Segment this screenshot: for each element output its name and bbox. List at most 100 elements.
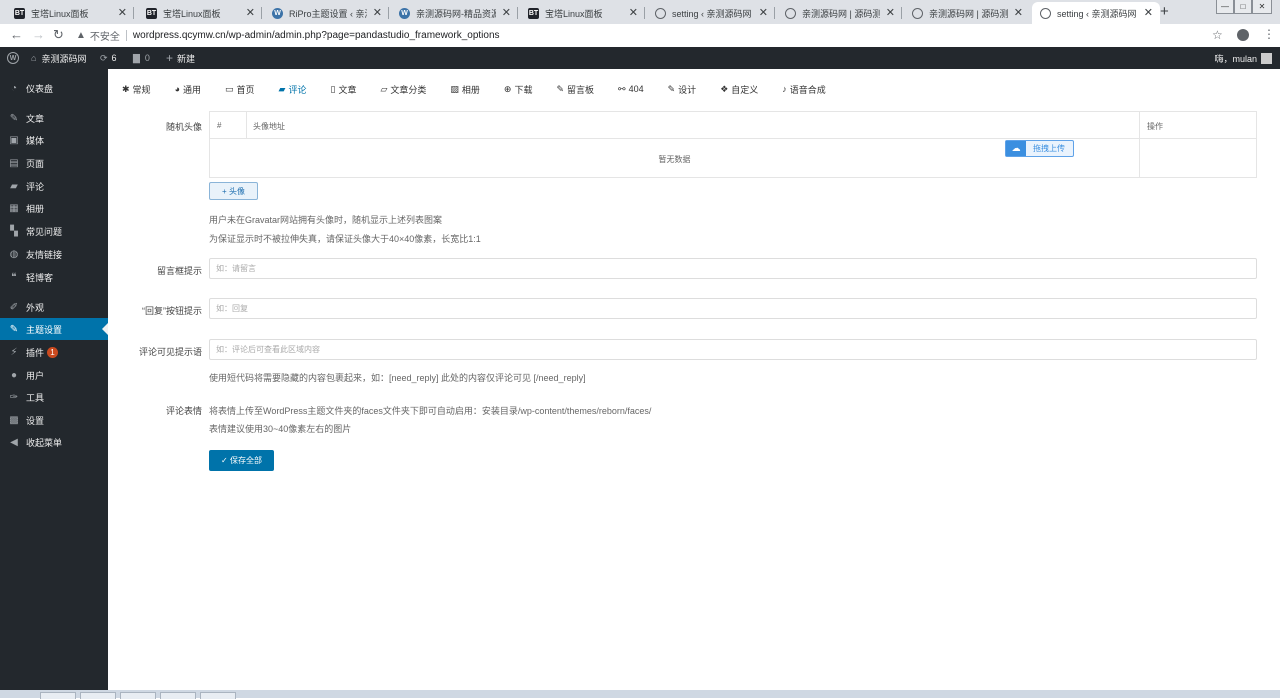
links-icon: ◍ [9, 248, 19, 260]
browser-tab[interactable]: W 亲测源码网-精品资源站 ✕ [391, 2, 518, 24]
browser-tab[interactable]: W RiPro主题设置 ‹ 亲测源 ✕ [264, 2, 389, 24]
drag-upload-button[interactable]: ☁ 拖拽上传 [1005, 140, 1074, 157]
wp-admin-bar: W ⌂ 亲测源码网 ⟳ 6 ▇ 0 + 新建 嗨，mulan [0, 47, 1280, 69]
media-icon: ▣ [9, 134, 19, 146]
tab-title: 宝塔Linux面板 [163, 8, 221, 19]
browser-tab[interactable]: BT 宝塔Linux面板 ✕ [138, 2, 262, 24]
menu-kebab-icon[interactable]: ⋮ [1263, 27, 1275, 41]
reload-icon[interactable]: ↻ [53, 27, 64, 43]
monitor-icon: ▭ [225, 83, 234, 94]
comment-placeholder-input[interactable]: 如：请留言 [209, 258, 1257, 279]
tab-label: 常规 [132, 84, 151, 95]
save-all-button[interactable]: ✓ 保存全部 [209, 450, 274, 471]
comment-visible-input[interactable]: 如：评论后可查看此区域内容 [209, 339, 1257, 360]
gear-icon: ✱ [122, 83, 130, 94]
empty-text: 暂无数据 [658, 155, 691, 164]
plus-icon: + [166, 51, 174, 65]
close-tab-icon[interactable]: ✕ [118, 6, 127, 19]
tab-broken-link[interactable]: ⚯ 404 [618, 80, 644, 98]
emoji-label: 评论表情 [165, 406, 202, 416]
new-content-link[interactable]: + 新建 [166, 47, 195, 69]
close-tab-icon[interactable]: ✕ [629, 6, 638, 19]
sidebar-item-dashboard[interactable]: ◔ 仪表盘 [0, 77, 108, 99]
home-icon: ⌂ [31, 53, 37, 63]
sidebar-item-comment[interactable]: ▰ 评论 [0, 175, 108, 197]
minimize-button[interactable]: — [1216, 0, 1234, 14]
tab-label: 留言板 [567, 84, 595, 95]
back-icon[interactable]: ← [10, 27, 23, 42]
browser-tab[interactable]: BT 宝塔Linux面板 ✕ [6, 2, 134, 24]
tab-title: 宝塔Linux面板 [31, 8, 89, 19]
comments-link[interactable]: ▇ 0 [133, 47, 150, 69]
comments-count: 0 [144, 53, 150, 63]
sidebar-item-user[interactable]: ● 用户 [0, 364, 108, 386]
close-tab-icon[interactable]: ✕ [1014, 6, 1023, 19]
tab-comment[interactable]: ▰ 评论 [279, 80, 307, 98]
tab-microphone[interactable]: ♪ 语音合成 [782, 80, 826, 98]
reply-button-input[interactable]: 如：回复 [209, 298, 1257, 319]
omnibox-divider [125, 30, 127, 41]
tab-label: 相册 [461, 84, 480, 95]
tab-title: setting ‹ 亲测源码网 — [1057, 8, 1138, 19]
tab-edit[interactable]: ✎ 留言板 [556, 80, 594, 98]
sidebar-item-page[interactable]: ▤ 页面 [0, 152, 108, 174]
tab-separator [133, 7, 134, 19]
browser-tab[interactable]: setting ‹ 亲测源码网 — ✕ [647, 2, 775, 24]
browser-tab[interactable]: 亲测源码网 | 源码测试 ✕ [904, 2, 1030, 24]
tab-label: 语音合成 [789, 84, 826, 95]
comment-visible-help: 使用短代码将需要隐藏的内容包裹起来，如：[need_reply] 此处的内容仅评… [209, 373, 586, 383]
sidebar-item-collapse[interactable]: ◀ 收起菜单 [0, 431, 108, 453]
maximize-button[interactable]: □ [1234, 0, 1252, 14]
sidebar-item-album[interactable]: ▦ 相册 [0, 197, 108, 219]
avatar-table: # 头像地址 操作 暂无数据 ☁ 拖拽上传 [209, 111, 1257, 178]
sidebar-item-links[interactable]: ◍ 友情链接 [0, 243, 108, 265]
close-tab-icon[interactable]: ✕ [886, 6, 895, 19]
close-tab-icon[interactable]: ✕ [759, 6, 768, 19]
sidebar-item-label: 工具 [26, 392, 45, 403]
add-avatar-button[interactable]: + 头像 [209, 182, 258, 200]
tab-label: 文章 [338, 84, 357, 95]
tab-document[interactable]: ▯ 文章 [330, 80, 356, 98]
tab-gear[interactable]: ✱ 常规 [122, 80, 151, 98]
warning-icon: ▲ [76, 30, 86, 41]
tab-label: 404 [628, 84, 644, 94]
close-tab-icon[interactable]: ✕ [1144, 6, 1153, 19]
tab-monitor[interactable]: ▭ 首页 [225, 80, 255, 98]
brush-icon: ✎ [667, 83, 676, 94]
my-account-link[interactable]: 嗨，mulan [1214, 47, 1272, 69]
bookmark-star-icon[interactable]: ☆ [1212, 28, 1223, 42]
image-icon: ▨ [450, 83, 459, 94]
browser-tab[interactable]: setting ‹ 亲测源码网 — ✕ [1032, 2, 1160, 24]
cloud-upload-icon: ☁ [1006, 141, 1026, 156]
browser-tab[interactable]: BT 宝塔Linux面板 ✕ [520, 2, 645, 24]
tab-brush[interactable]: ✎ 设计 [668, 80, 697, 98]
updates-link[interactable]: ⟳ 6 [100, 47, 117, 69]
wp-logo-icon[interactable]: W [7, 47, 19, 69]
profile-icon[interactable] [1237, 29, 1249, 41]
browser-tab[interactable]: 亲测源码网 | 源码测试 ✕ [777, 2, 902, 24]
globe-favicon-icon [1040, 7, 1051, 19]
sidebar-item-faq[interactable]: ▚ 常见问题 [0, 220, 108, 242]
close-tab-icon[interactable]: ✕ [502, 6, 511, 19]
faq-icon: ▚ [10, 225, 18, 237]
col-action: 操作 [1147, 122, 1163, 131]
tab-download[interactable]: ⊕ 下载 [504, 80, 533, 98]
close-tab-icon[interactable]: ✕ [373, 6, 382, 19]
url-input[interactable]: ▲ 不安全 wordpress.qcymw.cn/wp-admin/admin.… [76, 27, 1206, 44]
site-name-link[interactable]: ⌂ 亲测源码网 [31, 47, 86, 69]
tab-image[interactable]: ▨ 相册 [450, 80, 480, 98]
random-avatar-label: 随机头像 [165, 122, 202, 132]
tab-cubes[interactable]: ❖ 自定义 [720, 80, 758, 98]
forward-icon[interactable]: → [32, 27, 45, 42]
col-index: # [217, 121, 222, 130]
tab-folder[interactable]: ▱ 文章分类 [380, 80, 426, 98]
cubes-icon: ❖ [720, 83, 729, 94]
new-tab-button[interactable]: + [1160, 3, 1169, 20]
close-window-button[interactable]: ✕ [1252, 0, 1272, 14]
document-icon: ▯ [330, 83, 336, 94]
page-icon: ▤ [9, 157, 19, 169]
tab-gauge[interactable]: ◕ 通用 [175, 80, 201, 98]
sidebar-item-label: 评论 [26, 181, 45, 192]
close-tab-icon[interactable]: ✕ [246, 6, 255, 19]
sidebar-item-brush[interactable]: ✎ 主题设置 [0, 318, 108, 340]
